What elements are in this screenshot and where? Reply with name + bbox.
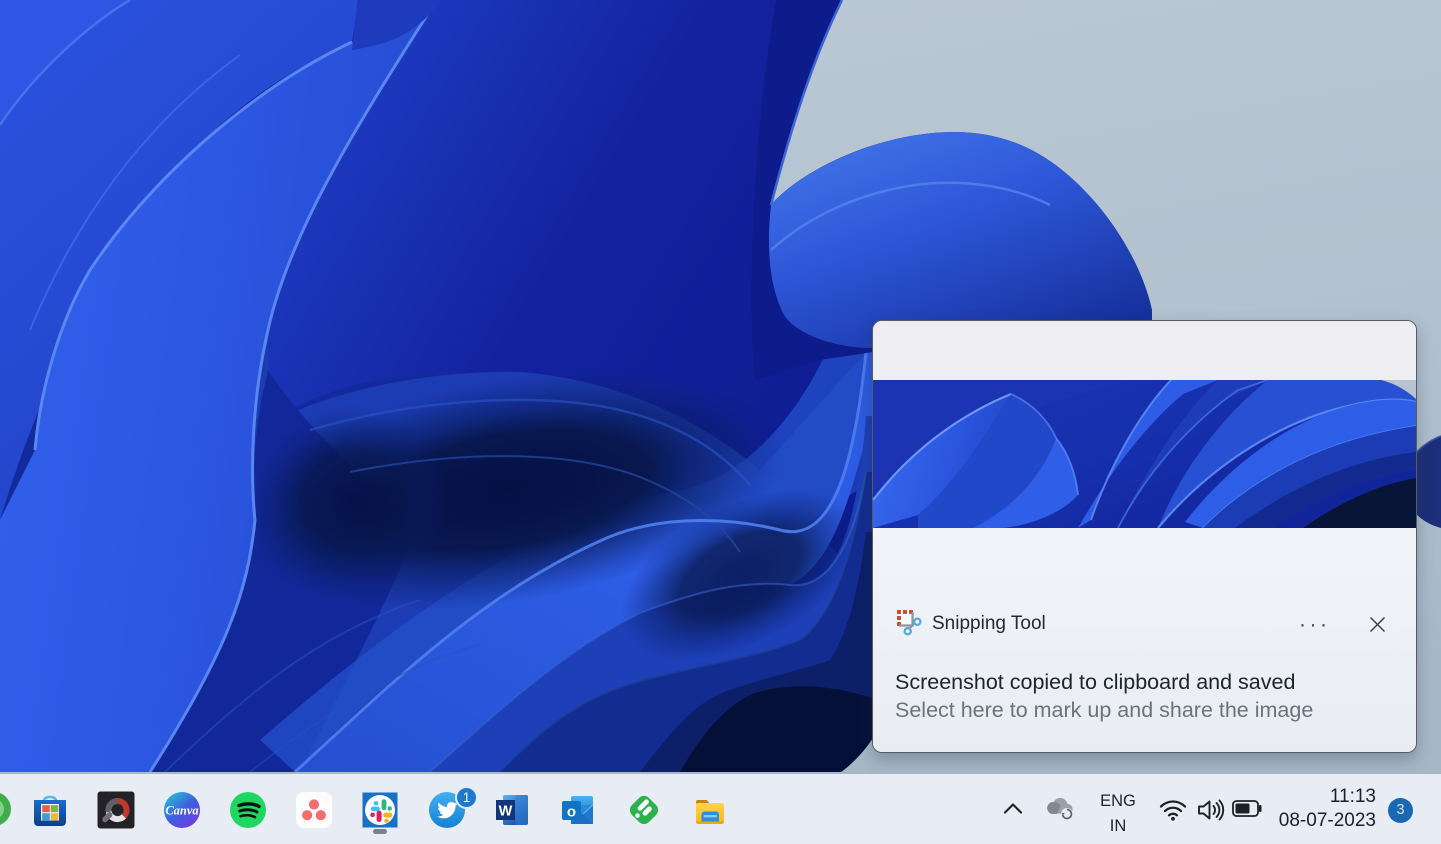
svg-text:W: W bbox=[499, 804, 513, 820]
svg-text:Canva: Canva bbox=[165, 804, 198, 818]
svg-text:o: o bbox=[567, 804, 576, 821]
